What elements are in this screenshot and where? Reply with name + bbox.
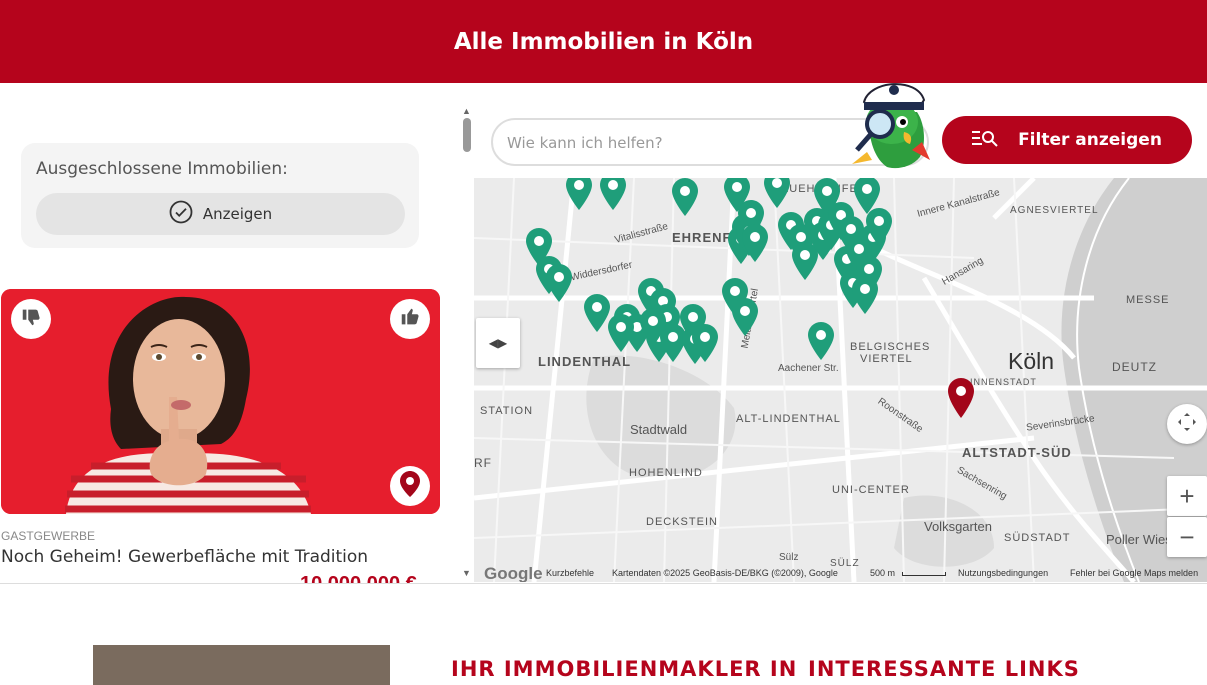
thumbs-up-icon bbox=[399, 306, 421, 333]
map-label-rf: RF bbox=[474, 456, 492, 470]
show-excluded-button[interactable]: Anzeigen bbox=[36, 193, 405, 235]
page-title: Alle Immobilien in Köln bbox=[453, 28, 754, 55]
map-label-station: STATION bbox=[480, 405, 534, 417]
links-heading: INTERESSANTE LINKS bbox=[808, 657, 1080, 681]
like-button[interactable] bbox=[390, 299, 430, 339]
check-circle-icon bbox=[169, 200, 193, 228]
assistant-mascot[interactable] bbox=[842, 72, 937, 172]
map-label-suedstadt: SÜDSTADT bbox=[1004, 532, 1071, 544]
map-label-hohenlind: HOHENLIND bbox=[629, 467, 703, 479]
listing-pin[interactable] bbox=[566, 178, 592, 215]
thumbs-down-icon bbox=[20, 306, 42, 333]
listing-pin[interactable] bbox=[600, 178, 626, 215]
excluded-label: Ausgeschlossene Immobilien: bbox=[36, 159, 288, 179]
map-label-unicenter: UNI-CENTER bbox=[832, 484, 910, 496]
listing-pin[interactable] bbox=[640, 308, 666, 351]
show-excluded-label: Anzeigen bbox=[202, 205, 273, 223]
listing-pin[interactable] bbox=[764, 178, 790, 213]
listing-image[interactable] bbox=[1, 289, 440, 514]
listing-pin[interactable] bbox=[732, 298, 758, 341]
listing-pin[interactable] bbox=[608, 314, 634, 357]
map-label-stadtwald: Stadtwald bbox=[630, 422, 688, 437]
map-label-suelz: Sülz bbox=[779, 552, 799, 563]
show-filter-button[interactable]: Filter anzeigen bbox=[942, 116, 1192, 164]
selected-listing-pin[interactable] bbox=[948, 378, 974, 423]
scrollbar-thumb[interactable] bbox=[463, 118, 471, 152]
map-label-deutz: DEUTZ bbox=[1112, 360, 1157, 374]
map-label-viertel: VIERTEL bbox=[860, 353, 913, 365]
listing-pin[interactable] bbox=[852, 276, 878, 319]
listing-pin[interactable] bbox=[672, 178, 698, 221]
map-data-credits: Kartendaten ©2025 GeoBasis-DE/BKG (©2009… bbox=[612, 568, 838, 578]
scroll-down-arrow[interactable]: ▼ bbox=[462, 568, 471, 578]
map-label-messe: MESSE bbox=[1126, 294, 1170, 306]
listing-pin[interactable] bbox=[808, 322, 834, 365]
map-label-innenstadt: INNENSTADT bbox=[970, 377, 1037, 387]
google-logo: Google bbox=[484, 564, 543, 582]
minus-icon: − bbox=[1179, 521, 1195, 552]
parrot-mascot-icon bbox=[852, 83, 930, 169]
map-report-link[interactable]: Fehler bei Google Maps melden bbox=[1070, 568, 1198, 578]
map[interactable]: EHRENFELD LINDENTHAL BELGISCHES VIERTEL … bbox=[474, 178, 1207, 582]
map-label-belgisches: BELGISCHES bbox=[850, 341, 931, 353]
listing-title[interactable]: Noch Geheim! Gewerbefläche mit Tradition bbox=[1, 547, 368, 567]
excluded-properties-box: Ausgeschlossene Immobilien: Anzeigen bbox=[21, 143, 419, 248]
map-label-agnesviertel: AGNESVIERTEL bbox=[1010, 205, 1099, 216]
arrows-left-right-icon: ◀▶ bbox=[488, 336, 508, 350]
listing-pin[interactable] bbox=[584, 294, 610, 337]
map-scale-bar bbox=[902, 572, 946, 576]
listing-pin[interactable] bbox=[742, 224, 768, 267]
map-label-altstadtsued: ALTSTADT-SÜD bbox=[962, 445, 1072, 460]
map-label-altlindenthal: ALT-LINDENTHAL bbox=[736, 413, 841, 425]
listing-pin[interactable] bbox=[546, 264, 572, 307]
filter-search-icon bbox=[972, 129, 998, 152]
realtor-heading: IHR IMMOBILIENMAKLER IN bbox=[451, 657, 798, 681]
map-label-deckstein: DECKSTEIN bbox=[646, 516, 718, 528]
listing-category: GASTGEWERBE bbox=[1, 529, 96, 543]
agent-photo bbox=[93, 645, 390, 685]
woman-shushing-illustration bbox=[1, 289, 440, 514]
listing-price: 10.000.000 € bbox=[300, 573, 417, 583]
scroll-up-arrow[interactable]: ▲ bbox=[462, 106, 471, 116]
map-label-koeln: Köln bbox=[1008, 348, 1055, 374]
dislike-button[interactable] bbox=[11, 299, 51, 339]
show-on-map-button[interactable] bbox=[390, 466, 430, 506]
page-header: Alle Immobilien in Köln bbox=[0, 0, 1207, 83]
plus-icon: + bbox=[1179, 480, 1195, 511]
fullscreen-button[interactable] bbox=[1167, 404, 1207, 444]
section-divider bbox=[0, 583, 1207, 584]
fullscreen-icon bbox=[1177, 412, 1197, 437]
map-shortcuts-link[interactable]: Kurzbefehle bbox=[546, 568, 594, 578]
panel-toggle-button[interactable]: ◀▶ bbox=[476, 318, 520, 368]
map-pin-icon bbox=[400, 470, 420, 502]
listing-panel: Ausgeschlossene Immobilien: Anzeigen GAS… bbox=[0, 83, 460, 583]
zoom-in-button[interactable]: + bbox=[1167, 476, 1207, 516]
map-terms-link[interactable]: Nutzungsbedingungen bbox=[958, 568, 1048, 578]
zoom-out-button[interactable]: − bbox=[1167, 517, 1207, 557]
filter-label: Filter anzeigen bbox=[1018, 130, 1162, 150]
map-label-volksgarten: Volksgarten bbox=[924, 519, 992, 534]
map-scale-label: 500 m bbox=[870, 568, 896, 578]
map-attribution: Google Kurzbefehle Kartendaten ©2025 Geo… bbox=[474, 564, 1207, 582]
search-placeholder: Wie kann ich helfen? bbox=[507, 134, 663, 152]
listing-pin[interactable] bbox=[692, 324, 718, 367]
